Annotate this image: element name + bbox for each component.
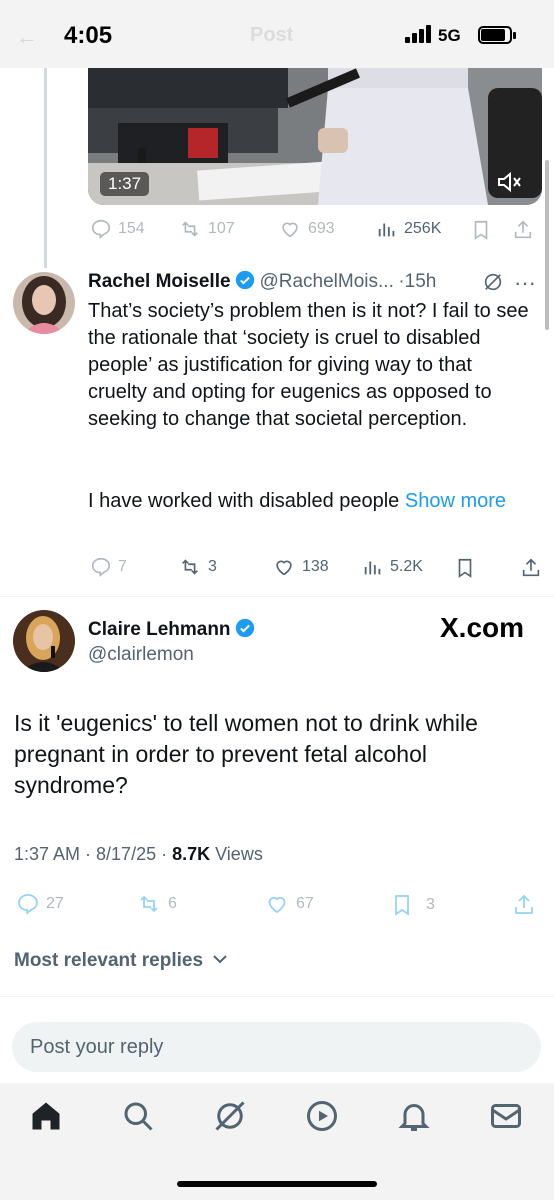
avatar-image bbox=[13, 610, 75, 672]
show-more-link[interactable]: Show more bbox=[405, 490, 506, 512]
repost-count: 3 bbox=[208, 558, 217, 575]
bookmark-icon[interactable] bbox=[470, 218, 492, 242]
video-player[interactable] bbox=[88, 68, 542, 205]
video-duration: 1:37 bbox=[100, 172, 150, 196]
reply-count: 27 bbox=[46, 895, 64, 912]
repost-count: 107 bbox=[208, 220, 235, 237]
share-icon[interactable] bbox=[512, 892, 536, 918]
author-handle[interactable]: @clairlemon bbox=[88, 644, 194, 666]
verified-badge-icon bbox=[235, 270, 255, 290]
mute-icon[interactable] bbox=[496, 170, 526, 194]
replies-sort-label: Most relevant replies bbox=[14, 950, 204, 971]
reply-icon bbox=[18, 894, 38, 915]
share-icon[interactable] bbox=[520, 556, 542, 580]
heart-icon bbox=[276, 560, 292, 576]
back-arrow-icon[interactable]: ← bbox=[16, 24, 38, 50]
reply-action[interactable]: 27 bbox=[16, 892, 64, 916]
notifications-bell-icon[interactable] bbox=[396, 1098, 432, 1134]
views-count: 256K bbox=[404, 220, 442, 237]
more-options-icon[interactable]: ··· bbox=[514, 270, 536, 296]
reply-tweet-text: That’s society’s problem then is it not?… bbox=[88, 300, 529, 430]
repost-icon bbox=[182, 221, 198, 237]
reply-count: 154 bbox=[118, 220, 145, 237]
x-watermark: X.com bbox=[440, 612, 525, 643]
main-tweet-text: Is it 'eugenics' to tell women not to dr… bbox=[14, 710, 478, 798]
heart-icon bbox=[282, 222, 298, 238]
video-frame bbox=[88, 68, 542, 205]
author-name[interactable]: Claire Lehmann bbox=[88, 619, 231, 640]
signal-icon bbox=[405, 25, 431, 43]
reply-tweet-text-continued: I have worked with disabled people bbox=[88, 490, 405, 512]
battery-nub bbox=[513, 32, 516, 39]
like-count: 67 bbox=[296, 895, 314, 912]
divider bbox=[0, 596, 554, 597]
rachel-avatar[interactable] bbox=[13, 272, 75, 334]
scrollbar[interactable] bbox=[545, 160, 549, 330]
repost-icon bbox=[182, 559, 198, 575]
like-count: 693 bbox=[308, 220, 335, 237]
grok-icon[interactable] bbox=[212, 1098, 248, 1134]
divider bbox=[0, 996, 554, 997]
home-icon[interactable] bbox=[28, 1098, 64, 1134]
bookmark-icon[interactable] bbox=[454, 556, 476, 580]
repost-action[interactable]: 6 bbox=[136, 892, 177, 916]
avatar-image bbox=[13, 272, 75, 334]
bookmark-action[interactable]: 3 bbox=[390, 892, 435, 918]
chevron-down-icon bbox=[213, 955, 228, 964]
views-count: 5.2K bbox=[390, 558, 423, 575]
reply-tweet-header: Rachel Moiselle @RachelMois... ·15h bbox=[88, 270, 528, 293]
repost-icon bbox=[140, 895, 158, 913]
reply-action[interactable]: 154 bbox=[90, 218, 145, 240]
like-count: 138 bbox=[302, 558, 329, 575]
reply-count: 7 bbox=[118, 558, 127, 575]
repost-action[interactable]: 107 bbox=[178, 218, 235, 240]
like-action[interactable]: 138 bbox=[272, 556, 329, 578]
reply-action[interactable]: 7 bbox=[90, 556, 127, 578]
battery-level bbox=[481, 29, 505, 41]
search-icon[interactable] bbox=[120, 1098, 156, 1134]
network-label: 5G bbox=[438, 26, 461, 45]
home-indicator bbox=[177, 1181, 377, 1187]
heart-icon bbox=[268, 896, 286, 914]
views-icon bbox=[364, 561, 381, 575]
like-action[interactable]: 67 bbox=[264, 892, 314, 916]
reply-tweet-text-2: I have worked with disabled people Show … bbox=[88, 488, 533, 515]
reply-input[interactable]: Post your reply bbox=[12, 1022, 541, 1072]
like-action[interactable]: 693 bbox=[278, 218, 335, 240]
verified-badge-icon bbox=[235, 618, 255, 638]
views-action[interactable]: 5.2K bbox=[362, 556, 423, 578]
claire-avatar[interactable] bbox=[13, 610, 75, 672]
repost-count: 6 bbox=[168, 895, 177, 912]
main-tweet-header: Claire Lehmann bbox=[88, 618, 255, 641]
video-play-icon[interactable] bbox=[304, 1098, 340, 1134]
bookmark-count: 3 bbox=[426, 896, 435, 913]
views-label: Views bbox=[210, 844, 263, 864]
reply-icon bbox=[91, 219, 111, 239]
author-handle[interactable]: @RachelMois... bbox=[259, 271, 393, 292]
tweet-time: 15h bbox=[404, 271, 437, 292]
share-icon[interactable] bbox=[512, 218, 534, 242]
bookmark-icon bbox=[395, 895, 409, 916]
views-total[interactable]: 8.7K bbox=[172, 844, 210, 864]
reply-icon bbox=[91, 557, 111, 577]
grok-icon[interactable] bbox=[482, 270, 504, 294]
messages-envelope-icon[interactable] bbox=[488, 1098, 524, 1134]
status-time: 4:05 bbox=[64, 22, 113, 49]
views-icon bbox=[378, 223, 395, 237]
views-action[interactable]: 256K bbox=[376, 218, 441, 240]
repost-action[interactable]: 3 bbox=[178, 556, 217, 578]
tweet-timestamp: 1:37 AM · 8/17/25 · bbox=[14, 844, 173, 864]
replies-sort-dropdown[interactable]: Most relevant replies bbox=[14, 950, 228, 972]
tweet-meta: 1:37 AM · 8/17/25 · 8.7K Views bbox=[14, 844, 263, 865]
author-name[interactable]: Rachel Moiselle bbox=[88, 271, 231, 292]
header-title: Post bbox=[250, 24, 294, 46]
